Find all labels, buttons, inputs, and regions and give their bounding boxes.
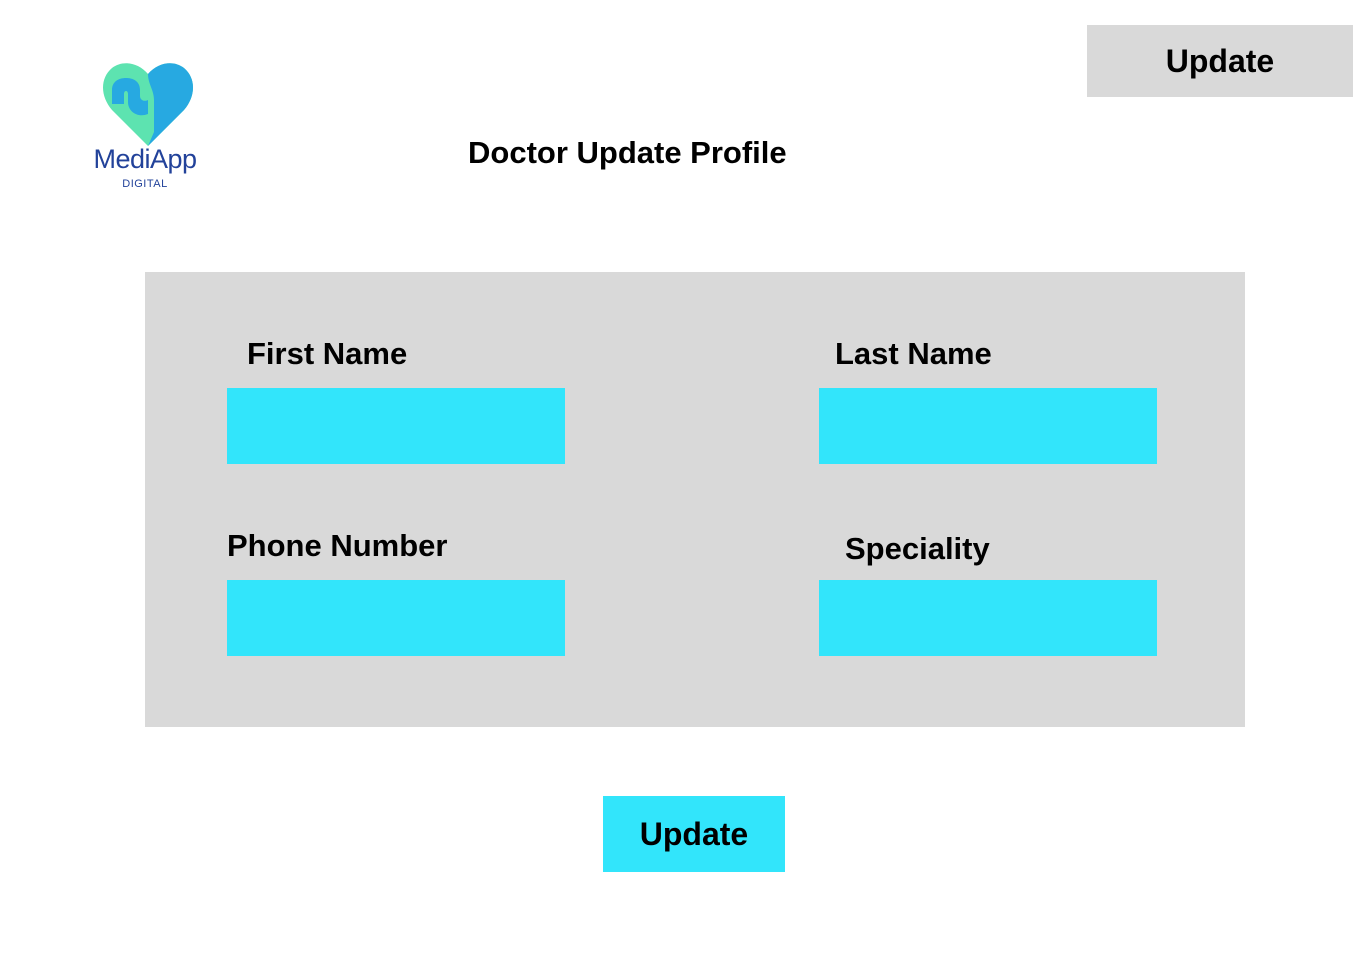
- logo-name: MediApp: [93, 144, 197, 174]
- phone-number-label: Phone Number: [227, 528, 448, 563]
- first-name-label: First Name: [247, 336, 408, 371]
- heart-logo-icon: [103, 63, 193, 147]
- update-button[interactable]: Update: [603, 796, 785, 872]
- speciality-label: Speciality: [845, 531, 990, 566]
- last-name-label: Last Name: [835, 336, 992, 371]
- first-name-input[interactable]: [227, 388, 565, 464]
- mediapp-logo: MediApp DIGITAL: [86, 60, 206, 192]
- logo-tagline: DIGITAL: [122, 178, 168, 190]
- page-title: Doctor Update Profile: [468, 135, 787, 170]
- last-name-input[interactable]: [819, 388, 1157, 464]
- profile-form-panel: First Name Last Name Phone Number Specia…: [145, 272, 1245, 727]
- phone-number-input[interactable]: [227, 580, 565, 656]
- top-update-button[interactable]: Update: [1087, 25, 1353, 97]
- speciality-input[interactable]: [819, 580, 1157, 656]
